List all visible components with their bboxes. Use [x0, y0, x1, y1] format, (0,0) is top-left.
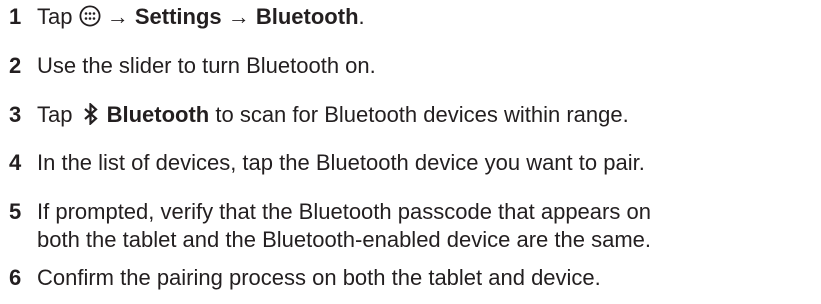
step-text-rest: to scan for Bluetooth devices within ran…: [209, 102, 629, 127]
step-text-line-2: both the tablet and the Bluetooth-enable…: [37, 227, 651, 252]
step-text: Use the slider to turn Bluetooth on.: [37, 53, 376, 78]
step-text: In the list of devices, tap the Bluetoot…: [37, 150, 645, 175]
bluetooth-icon: [83, 102, 99, 126]
tap-text: Tap: [37, 102, 79, 127]
bluetooth-label: Bluetooth: [255, 4, 359, 29]
apps-grid-icon: [79, 5, 101, 27]
step-number: 2: [9, 53, 22, 78]
arrow-separator: →: [100, 4, 135, 29]
step-text: Tap → Settings → Bluetooth.: [37, 3, 365, 31]
step-text-line-1: If prompted, verify that the Bluetooth p…: [37, 199, 651, 224]
step-number: 4: [9, 150, 22, 175]
tap-text: Tap: [37, 4, 79, 29]
period: .: [358, 4, 365, 29]
bluetooth-label: Bluetooth: [106, 102, 210, 127]
step-number: 6: [9, 265, 22, 290]
step-text: Confirm the pairing process on both the …: [37, 265, 601, 290]
step-text: Tap Bluetooth to scan for Bluetooth devi…: [37, 101, 629, 129]
step-number: 5: [9, 199, 22, 224]
step-number: 1: [9, 4, 22, 29]
arrow-separator: →: [221, 4, 256, 29]
instruction-steps: 1 Tap → Settings → Bluetooth. 2 Use the …: [0, 0, 821, 304]
step-number: 3: [9, 102, 22, 127]
step-text: If prompted, verify that the Bluetooth p…: [37, 198, 651, 254]
settings-label: Settings: [134, 4, 222, 29]
